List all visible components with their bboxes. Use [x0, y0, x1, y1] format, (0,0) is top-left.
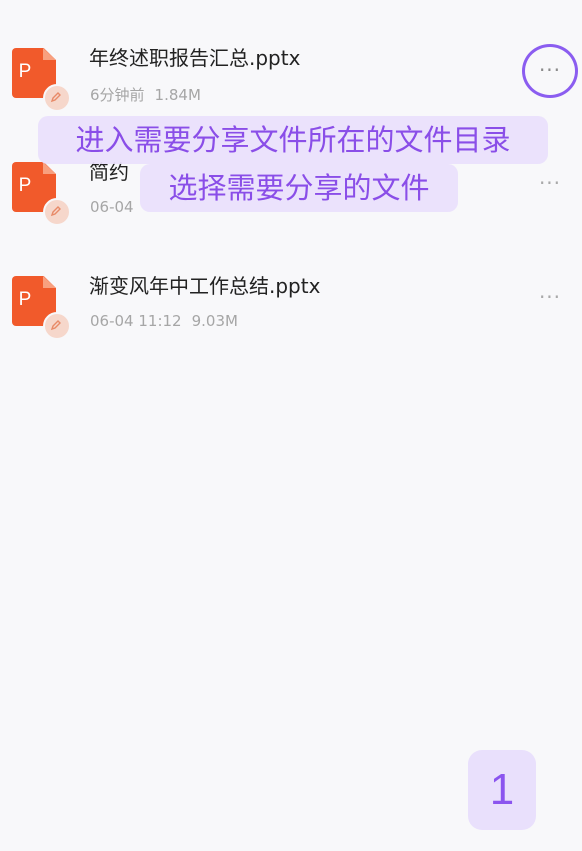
file-browser-screen: P 年终述职报告汇总.pptx 6分钟前 1.84M P 简约 06-04 ··… [0, 0, 582, 851]
file-type-letter: P [18, 61, 32, 82]
file-meta: 6分钟前 1.84M [90, 84, 201, 105]
file-type-letter: P [18, 289, 32, 310]
list-item[interactable]: P 年终述职报告汇总.pptx 6分钟前 1.84M [0, 40, 582, 140]
file-name: 渐变风年中工作总结.pptx [89, 274, 321, 298]
more-options-button[interactable]: ··· [522, 158, 578, 212]
edit-icon [43, 198, 71, 226]
list-item[interactable]: P 渐变风年中工作总结.pptx 06-04 11:12 9.03M ··· [0, 268, 582, 368]
more-options-button[interactable]: ··· [522, 272, 578, 326]
edit-icon [43, 84, 71, 112]
list-item[interactable]: P 简约 06-04 ··· [0, 154, 582, 254]
file-time: 06-04 [90, 198, 134, 216]
file-time: 6分钟前 [90, 86, 145, 104]
edit-icon [43, 312, 71, 340]
ppt-file-icon: P [12, 276, 71, 340]
file-time: 06-04 11:12 [90, 312, 182, 330]
more-options-button-highlighted[interactable]: ··· [522, 44, 578, 98]
file-size: 9.03M [191, 312, 238, 330]
file-name: 简约 [89, 160, 129, 184]
ppt-file-icon: P [12, 48, 71, 112]
file-type-letter: P [18, 175, 32, 196]
file-meta: 06-04 11:12 9.03M [90, 312, 238, 330]
file-meta: 06-04 [90, 198, 144, 216]
file-name: 年终述职报告汇总.pptx [89, 46, 301, 70]
step-number-badge: 1 [468, 750, 536, 830]
ppt-file-icon: P [12, 162, 71, 226]
file-size: 1.84M [154, 86, 201, 104]
